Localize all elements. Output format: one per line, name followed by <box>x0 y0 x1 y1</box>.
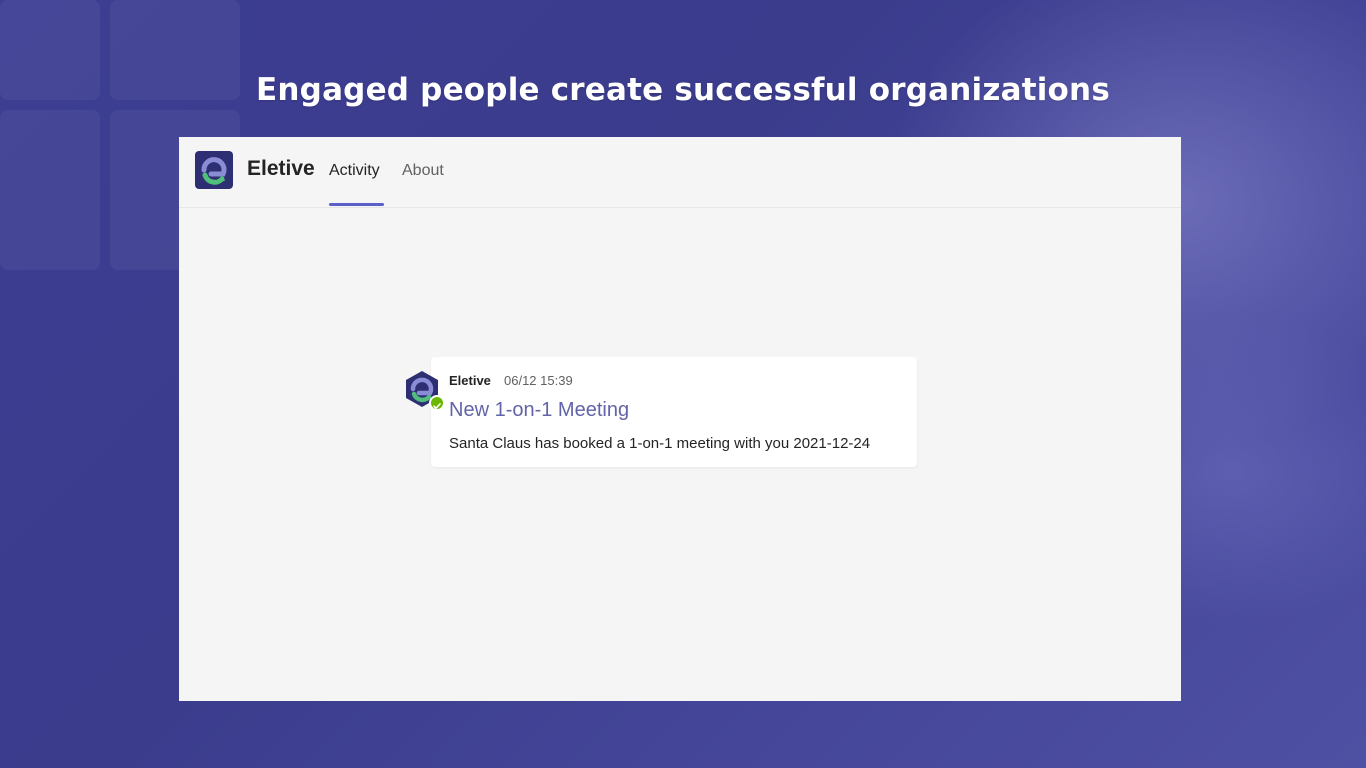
notification-body: Santa Claus has booked a 1-on-1 meeting … <box>449 435 871 452</box>
sender-name: Eletive <box>449 373 491 388</box>
headline: Engaged people create successful organiz… <box>256 72 1110 108</box>
check-icon <box>433 403 441 409</box>
presence-status-icon <box>429 395 445 411</box>
tab-activity[interactable]: Activity <box>329 162 380 180</box>
app-header: Eletive Activity About <box>179 137 1181 208</box>
eletive-logo-icon <box>195 151 233 189</box>
message-timestamp: 06/12 15:39 <box>504 373 573 388</box>
notification-title-link[interactable]: New 1-on-1 Meeting <box>449 399 629 422</box>
app-name: Eletive <box>247 157 315 180</box>
app-window: Eletive Activity About Eletive 06/12 15:… <box>179 137 1181 701</box>
tab-about[interactable]: About <box>402 162 444 180</box>
active-tab-indicator <box>329 203 384 206</box>
